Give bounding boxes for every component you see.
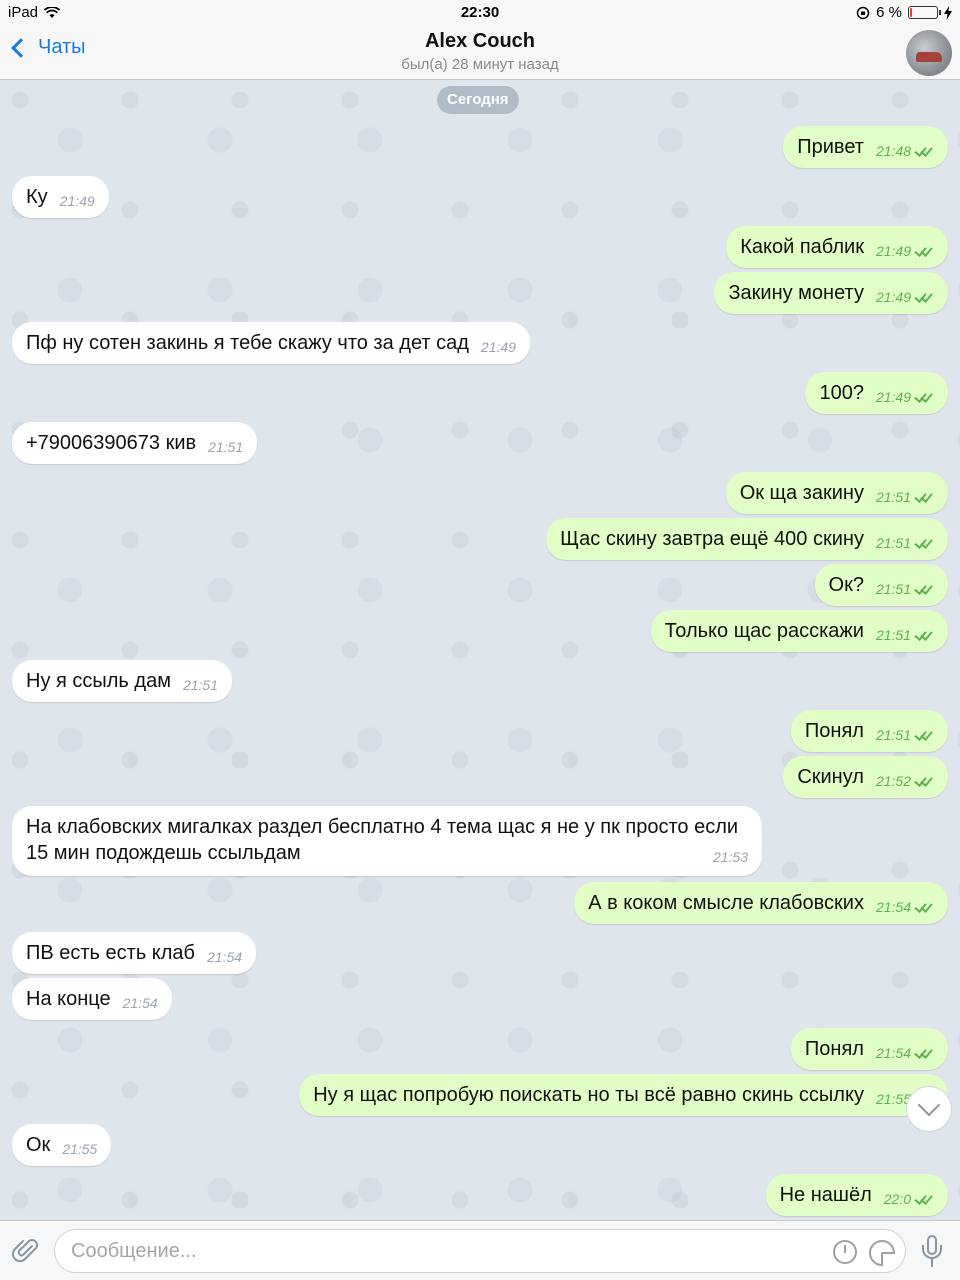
message-time: 21:53 [712, 849, 748, 865]
sticker-icon[interactable] [869, 1240, 895, 1266]
message-text: Понял [804, 1038, 864, 1060]
message-time: 21:51 [182, 677, 218, 693]
message-time: 21:51 [875, 535, 911, 551]
read-checkmarks-icon [914, 1193, 934, 1203]
message-text: Ну я щас попробую поискать но ты всё рав… [313, 1084, 864, 1106]
message-time: 22:0 [883, 1191, 911, 1207]
outgoing-message[interactable]: А в коком смысле клабовских 21:54 [574, 882, 948, 924]
message-text: Скинул [797, 766, 864, 788]
microphone-icon[interactable] [920, 1235, 944, 1269]
incoming-message[interactable]: Ку 21:49 [12, 176, 109, 218]
message-time: 21:51 [875, 627, 911, 643]
incoming-message[interactable]: ПВ есть есть клаб 21:54 [12, 932, 257, 974]
message-time: 21:48 [875, 143, 911, 159]
message-text: Ок [26, 1134, 51, 1156]
read-checkmarks-icon [914, 391, 934, 401]
message-text: Пф ну сотен закинь я тебе скажу что за д… [26, 332, 469, 354]
message-time: 21:54 [122, 995, 158, 1011]
chat-header: Чаты Alex Couch был(а) 28 минут назад [0, 26, 960, 80]
message-text: На клабовских мигалках раздел бесплатно … [26, 816, 739, 864]
read-checkmarks-icon [914, 775, 934, 785]
message-time: 21:55 [62, 1141, 98, 1157]
outgoing-message[interactable]: Понял 21:51 [790, 710, 948, 752]
message-time: 21:51 [875, 489, 911, 505]
incoming-message[interactable]: На клабовских мигалках раздел бесплатно … [12, 806, 762, 876]
outgoing-message[interactable]: Привет 21:48 [783, 126, 948, 168]
message-text: А в коком смысле клабовских [588, 892, 864, 914]
message-text: Ку [26, 186, 48, 208]
read-checkmarks-icon [914, 291, 934, 301]
charging-bolt-icon [944, 5, 952, 20]
input-bar [0, 1220, 960, 1280]
message-text: Только щас расскажи [664, 620, 864, 642]
read-checkmarks-icon [914, 729, 934, 739]
read-checkmarks-icon [914, 491, 934, 501]
message-text: Ок? [828, 574, 864, 596]
message-text: Не нашёл [779, 1184, 872, 1206]
status-bar: iPad 22:30 6 % [0, 0, 960, 26]
read-checkmarks-icon [914, 145, 934, 155]
message-time: 21:54 [207, 949, 243, 965]
message-time: 21:52 [875, 773, 911, 789]
read-checkmarks-icon [914, 245, 934, 255]
message-time: 21:54 [875, 899, 911, 915]
outgoing-message[interactable]: Ок ща закину 21:51 [725, 472, 948, 514]
outgoing-message[interactable]: Ок? 21:51 [814, 564, 948, 606]
message-time: 21:51 [208, 439, 244, 455]
avatar[interactable] [906, 30, 952, 76]
outgoing-message[interactable]: Закину монету 21:49 [714, 272, 948, 314]
message-text: Какой паблик [740, 236, 864, 258]
message-text: Ок ща закину [739, 482, 864, 504]
battery-percent: 6 % [876, 4, 902, 21]
outgoing-message[interactable]: Только щас расскажи 21:51 [650, 610, 948, 652]
rotation-lock-icon [856, 6, 870, 19]
message-text: Ну я ссыль дам [26, 670, 171, 692]
message-input[interactable] [71, 1240, 811, 1263]
message-time: 21:54 [875, 1045, 911, 1061]
message-text: ПВ есть есть клаб [26, 942, 196, 964]
incoming-message[interactable]: Ну я ссыль дам 21:51 [12, 660, 232, 702]
message-list[interactable]: Сегодня Привет 21:48 Ку 21:49 Какой паблик 21… [0, 80, 960, 1220]
message-time: 21:49 [875, 243, 911, 259]
contact-name[interactable]: Alex Couch [0, 30, 960, 53]
chevron-down-icon [917, 1093, 941, 1117]
incoming-message[interactable]: Пф ну сотен закинь я тебе скажу что за д… [12, 322, 530, 364]
message-time: 21:49 [480, 339, 516, 355]
last-seen-status: был(а) 28 минут назад [401, 56, 559, 73]
read-checkmarks-icon [914, 901, 934, 911]
incoming-message[interactable]: Ок 21:55 [12, 1124, 112, 1166]
timer-icon[interactable] [833, 1240, 857, 1264]
scroll-to-bottom-button[interactable] [906, 1086, 952, 1132]
message-time: 21:51 [875, 581, 911, 597]
read-checkmarks-icon [914, 583, 934, 593]
outgoing-message[interactable]: Не нашёл 22:0 [765, 1174, 948, 1216]
battery-icon [908, 6, 941, 19]
message-text: Понял [804, 720, 864, 742]
message-text: Закину монету [728, 282, 864, 304]
paperclip-icon[interactable] [12, 1237, 40, 1265]
message-input-box [54, 1229, 906, 1273]
outgoing-message[interactable]: Ну я щас попробую поискать но ты всё рав… [299, 1074, 948, 1116]
message-text: На конце [26, 988, 111, 1010]
message-text: +79006390673 кив [26, 432, 197, 454]
read-checkmarks-icon [914, 1047, 934, 1057]
read-checkmarks-icon [914, 629, 934, 639]
incoming-message[interactable]: На конце 21:54 [12, 978, 172, 1020]
message-time: 21:49 [59, 193, 95, 209]
message-time: 21:51 [875, 727, 911, 743]
outgoing-message[interactable]: Щас скину завтра ещё 400 скину 21:51 [546, 518, 948, 560]
message-time: 21:49 [875, 289, 911, 305]
read-checkmarks-icon [914, 537, 934, 547]
outgoing-message[interactable]: Скинул 21:52 [783, 756, 948, 798]
message-text: Щас скину завтра ещё 400 скину [560, 528, 864, 550]
message-text: 100? [819, 382, 864, 404]
incoming-message[interactable]: +79006390673 кив 21:51 [12, 422, 258, 464]
clock: 22:30 [460, 4, 500, 21]
outgoing-message[interactable]: Понял 21:54 [790, 1028, 948, 1070]
date-separator: Сегодня [437, 86, 519, 114]
outgoing-message[interactable]: 100? 21:49 [805, 372, 948, 414]
message-text: Привет [797, 136, 864, 158]
outgoing-message[interactable]: Какой паблик 21:49 [726, 226, 948, 268]
message-time: 21:49 [875, 389, 911, 405]
